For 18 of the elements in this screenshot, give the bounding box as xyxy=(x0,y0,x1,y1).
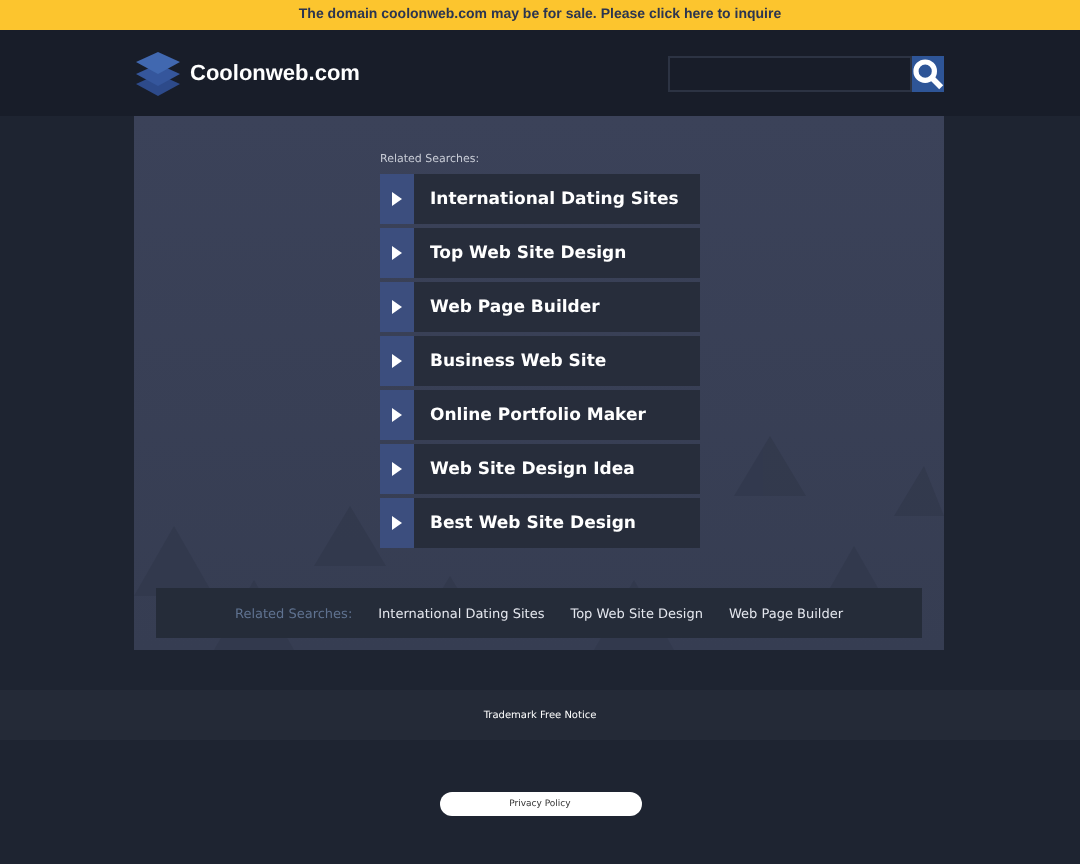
play-icon xyxy=(392,354,402,368)
related-search-link[interactable]: International Dating Sites xyxy=(380,174,700,224)
related-search-link[interactable]: Online Portfolio Maker xyxy=(380,390,700,440)
related-search-link[interactable]: Best Web Site Design xyxy=(380,498,700,548)
related-search-link[interactable]: Web Page Builder xyxy=(380,282,700,332)
related-search-link[interactable]: Business Web Site xyxy=(380,336,700,386)
related-search-link[interactable]: Top Web Site Design xyxy=(380,228,700,278)
play-icon xyxy=(392,246,402,260)
site-name: Coolonweb.com xyxy=(190,61,360,85)
search-field[interactable] xyxy=(668,55,912,91)
play-icon xyxy=(392,516,402,530)
play-icon xyxy=(392,462,402,476)
play-icon xyxy=(392,408,402,422)
search-button[interactable] xyxy=(912,55,944,91)
play-icon xyxy=(392,300,402,314)
layers-logo-icon xyxy=(134,47,182,99)
play-icon xyxy=(392,192,402,206)
related-search-link[interactable]: Web Site Design Idea xyxy=(380,444,700,494)
